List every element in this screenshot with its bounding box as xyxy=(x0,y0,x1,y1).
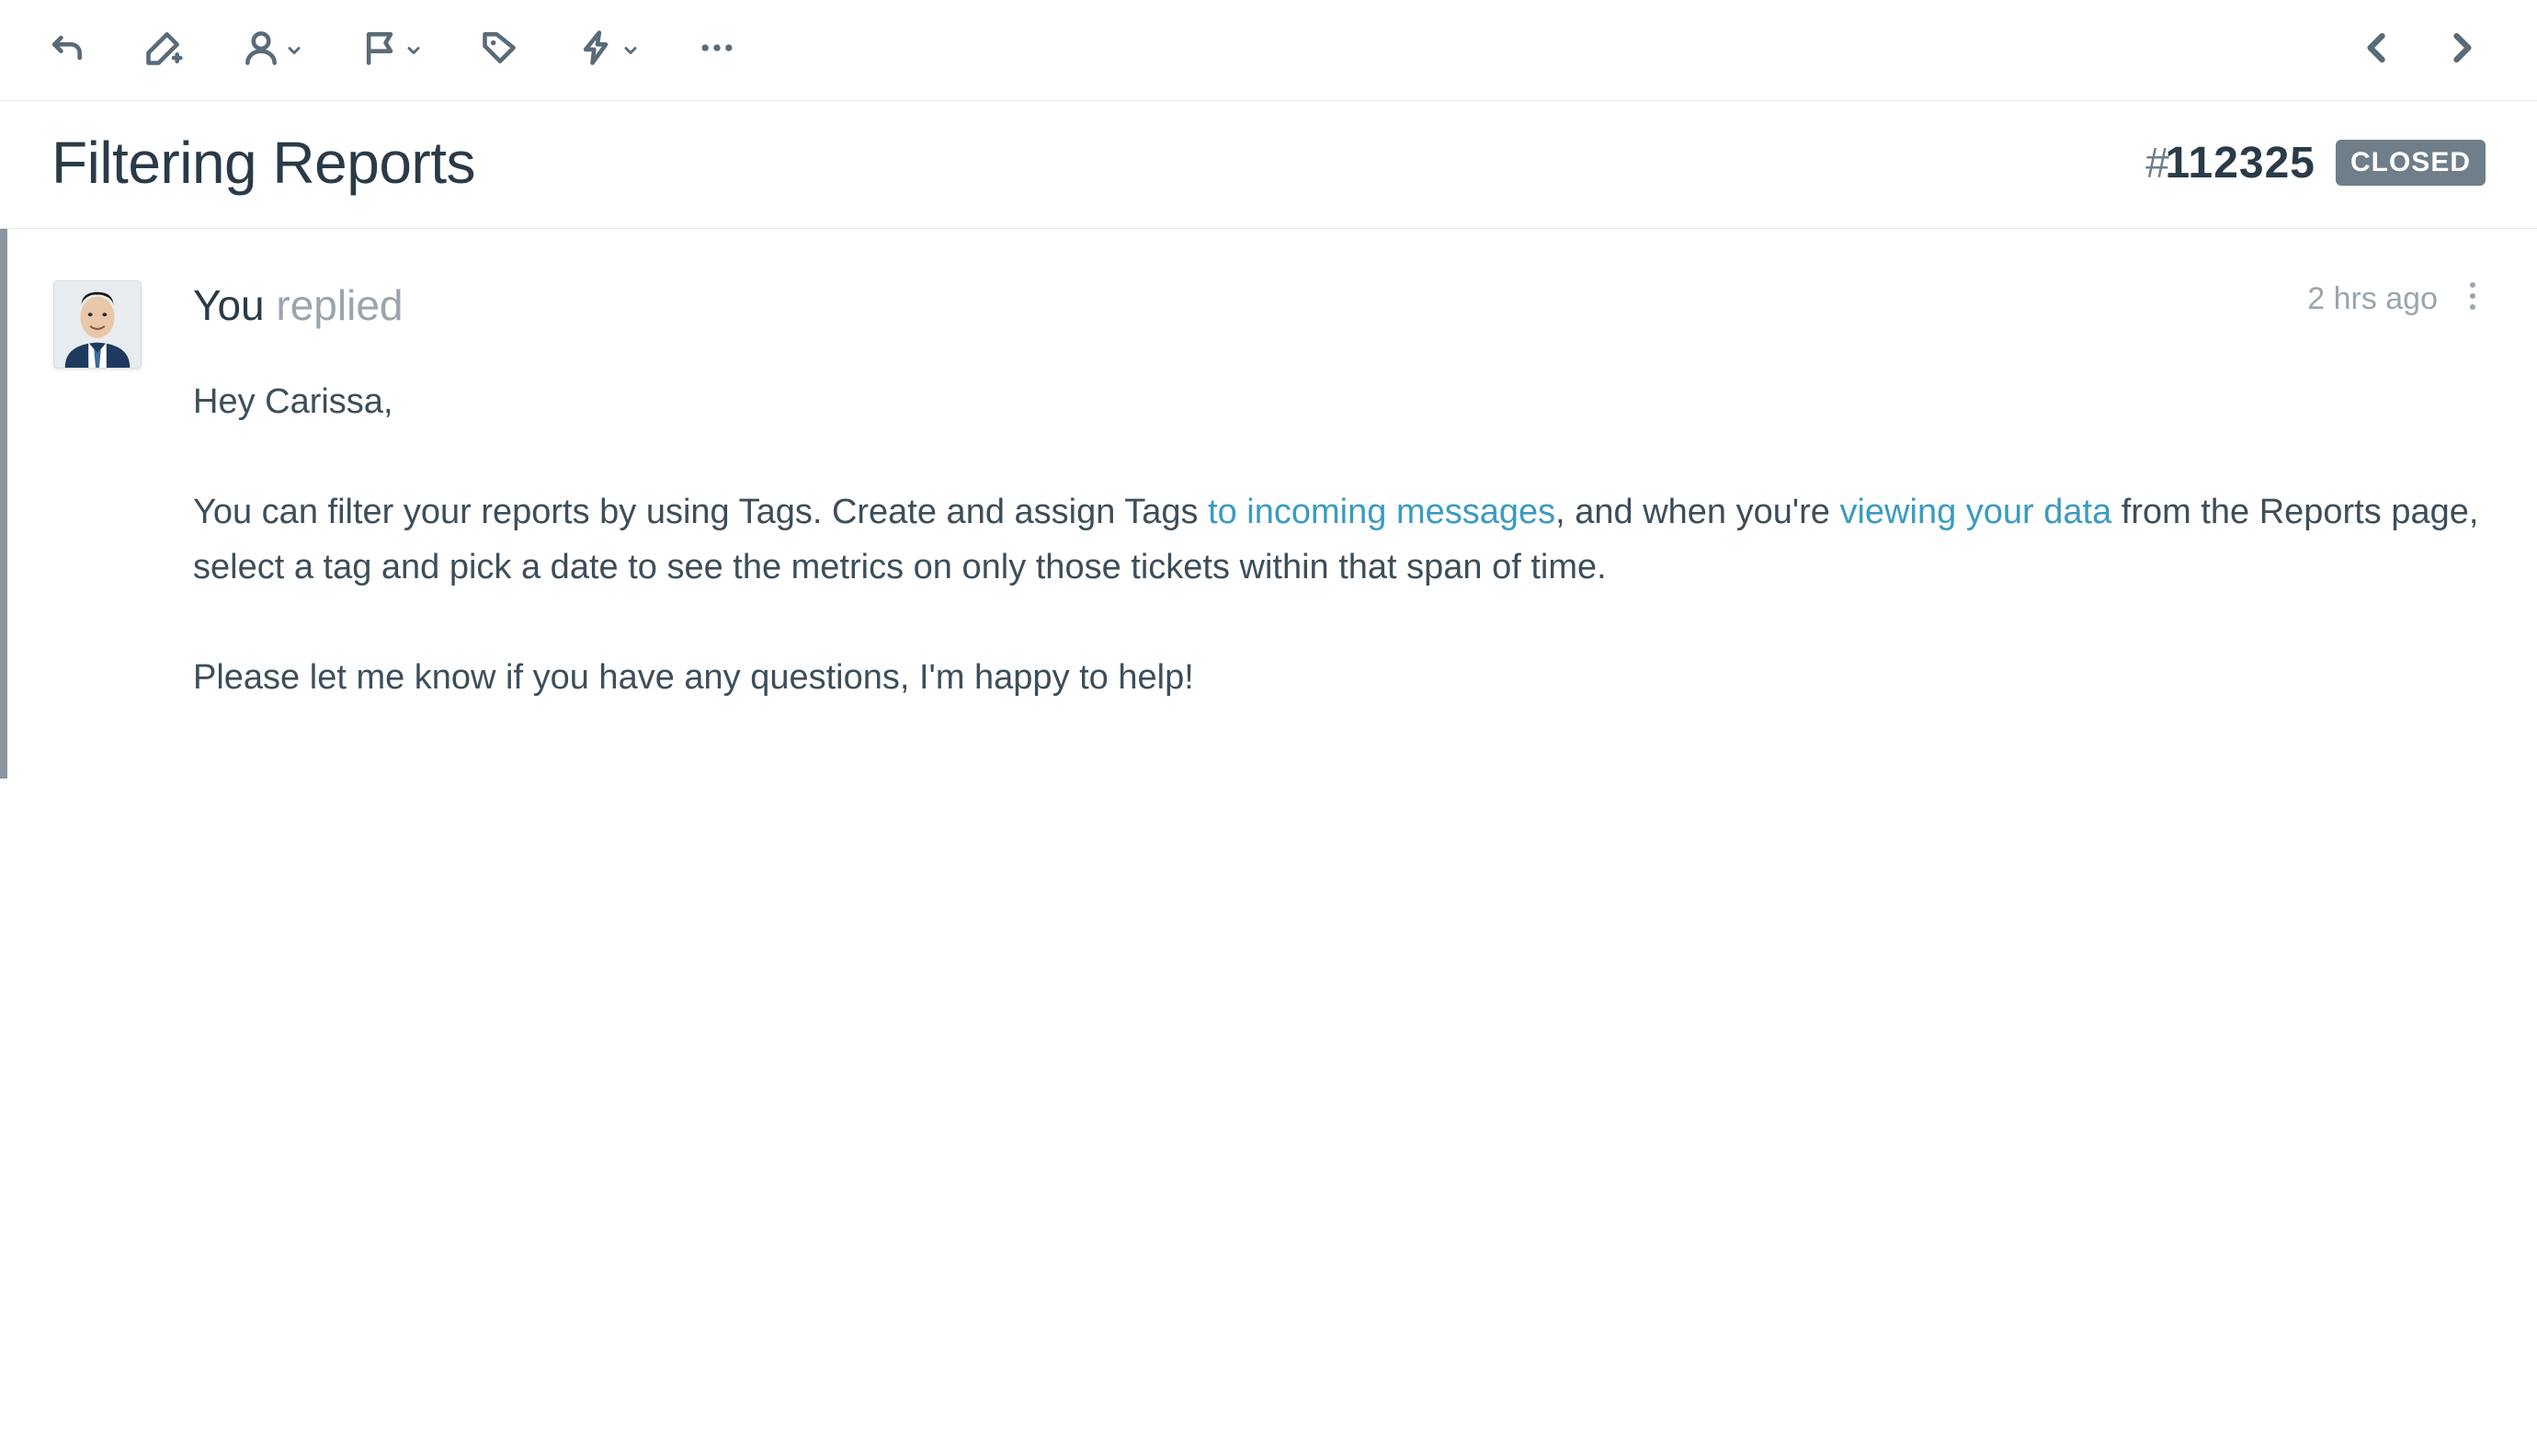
avatar-image xyxy=(54,281,141,368)
person-icon xyxy=(241,28,281,74)
toolbar-left-group xyxy=(46,28,737,74)
tag-icon xyxy=(480,28,520,74)
compose-button[interactable] xyxy=(143,28,184,74)
flag-button[interactable] xyxy=(360,28,423,74)
message-header: You replied 2 hrs ago xyxy=(193,280,2482,330)
text-segment: , and when you're xyxy=(1555,493,1839,531)
ticket-number: 112325 xyxy=(2165,139,2315,188)
more-vertical-icon xyxy=(2469,289,2476,317)
prev-button[interactable] xyxy=(2357,28,2397,74)
ticket-title: Filtering Reports xyxy=(51,129,475,197)
message-body: You replied 2 hrs ago Hey Carissa, You c… xyxy=(193,280,2482,705)
message-thread: You replied 2 hrs ago Hey Carissa, You c… xyxy=(0,229,2537,779)
message: You replied 2 hrs ago Hey Carissa, You c… xyxy=(53,280,2482,705)
link-incoming-messages[interactable]: to incoming messages xyxy=(1208,493,1555,531)
message-menu-button[interactable] xyxy=(2463,280,2482,318)
pencil-plus-icon xyxy=(143,28,184,74)
back-arrow-icon xyxy=(46,28,86,74)
workflow-button[interactable] xyxy=(577,28,640,74)
tag-button[interactable] xyxy=(480,28,520,74)
chevron-down-icon xyxy=(621,37,640,66)
flag-icon xyxy=(360,28,401,74)
chevron-left-icon xyxy=(2357,28,2397,74)
message-greeting: Hey Carissa, xyxy=(193,374,2482,429)
chevron-right-icon xyxy=(2441,28,2482,74)
author-action: replied xyxy=(276,281,403,329)
assign-button[interactable] xyxy=(241,28,303,74)
chevron-down-icon xyxy=(404,37,423,66)
author-name: You xyxy=(193,281,265,329)
message-header-right: 2 hrs ago xyxy=(2307,280,2482,318)
more-button[interactable] xyxy=(697,28,737,74)
toolbar-right-group xyxy=(2357,28,2482,74)
next-button[interactable] xyxy=(2441,28,2482,74)
text-segment: You can filter your reports by using Tag… xyxy=(193,493,1208,531)
ticket-meta: # 112325 CLOSED xyxy=(2145,138,2486,188)
more-horizontal-icon xyxy=(697,28,737,74)
title-bar: Filtering Reports # 112325 CLOSED xyxy=(0,101,2537,229)
status-badge: CLOSED xyxy=(2336,140,2486,186)
link-viewing-data[interactable]: viewing your data xyxy=(1839,493,2111,531)
ticket-id: # 112325 xyxy=(2145,138,2315,188)
message-paragraph-1: You can filter your reports by using Tag… xyxy=(193,484,2482,595)
message-content: Hey Carissa, You can filter your reports… xyxy=(193,374,2482,705)
back-button[interactable] xyxy=(46,28,86,74)
avatar[interactable] xyxy=(53,280,142,369)
chevron-down-icon xyxy=(285,37,303,66)
message-closing: Please let me know if you have any quest… xyxy=(193,650,2482,705)
message-author: You replied xyxy=(193,280,404,330)
lightning-icon xyxy=(577,28,618,74)
toolbar xyxy=(0,0,2537,101)
message-timestamp: 2 hrs ago xyxy=(2307,281,2438,317)
